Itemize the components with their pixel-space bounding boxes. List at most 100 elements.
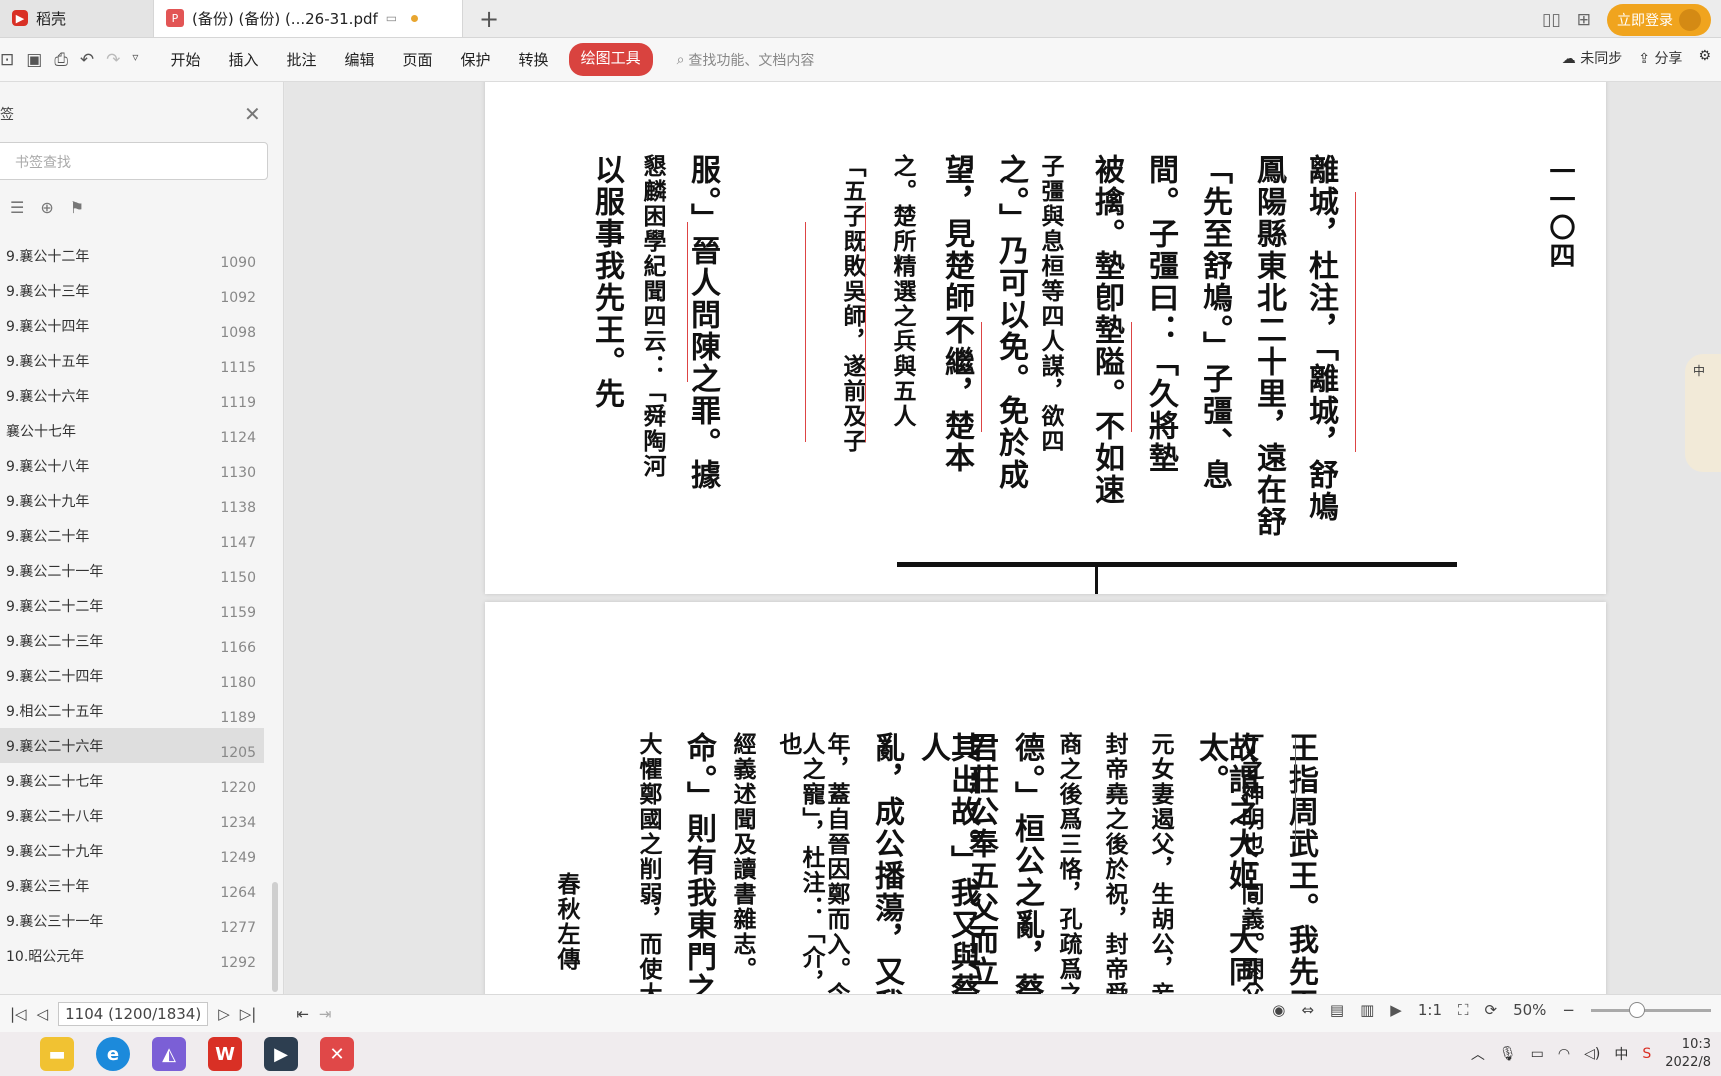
terminal-icon[interactable]: ▶ [264, 1037, 298, 1071]
file-explorer-icon[interactable]: ▬ [40, 1037, 74, 1071]
forward-icon[interactable]: ⇥ [319, 1005, 332, 1023]
undo-icon[interactable]: ↶ [80, 50, 94, 70]
text-column: 王指周武王。我先王 [1283, 732, 1318, 994]
menu-insert[interactable]: 插入 [214, 43, 272, 76]
annotation-line[interactable] [805, 222, 806, 442]
photos-icon[interactable]: ◭ [152, 1037, 186, 1071]
close-icon[interactable]: ✕ [244, 102, 261, 126]
menu-start[interactable]: 开始 [156, 43, 214, 76]
print-icon[interactable]: ⎙ [54, 50, 68, 70]
bookmark-icon[interactable]: ⚑ [70, 198, 84, 217]
save-icon[interactable]: ▣ [26, 50, 42, 70]
search-box[interactable]: ⌕ 查找功能、文档内容 [677, 50, 815, 70]
menu-drawing-tools[interactable]: 绘图工具 [568, 43, 653, 76]
annotation-line[interactable] [1131, 322, 1132, 432]
rotate-icon[interactable]: ⟳ [1485, 1001, 1498, 1019]
zoom-value[interactable]: 50% [1513, 1001, 1546, 1019]
settings-icon[interactable]: ⚙ [1698, 48, 1711, 68]
annotation-line[interactable] [1355, 192, 1356, 452]
prev-page-icon[interactable]: ◁ [37, 1005, 49, 1023]
double-page-icon[interactable]: ▥ [1360, 1001, 1374, 1019]
menu-page[interactable]: 页面 [389, 43, 447, 76]
first-page-icon[interactable]: |◁ [10, 1005, 27, 1023]
bookmark-item[interactable]: 9.襄公十九年 1138 [0, 483, 264, 518]
document-view[interactable]: 一一〇四 離城，杜注，「離城，舒鳩 鳳陽縣東北二十里，遠在舒 「先至舒鳩。」子彊、息… [285, 82, 1721, 994]
annotation-line[interactable] [687, 222, 688, 382]
bookmark-item[interactable]: 9.襄公三十年 1264 [0, 868, 264, 903]
bookmark-item[interactable]: 9.襄公二十八年 1234 [0, 798, 264, 833]
bookmark-item[interactable]: 襄公十七年 1124 [0, 413, 264, 448]
microphone-icon[interactable]: 🎙 [1499, 1046, 1517, 1062]
sogou-icon[interactable]: S [1642, 1046, 1651, 1062]
bookmark-item[interactable]: 9.襄公二十二年 1159 [0, 588, 264, 623]
share-button[interactable]: ⇪ 分享 [1638, 48, 1682, 68]
bookmark-item[interactable]: 9.相公二十五年 1189 [0, 693, 264, 728]
last-page-icon[interactable]: ▷| [240, 1005, 257, 1023]
bookmark-item[interactable]: 9.襄公十二年 1090 [0, 238, 264, 273]
menu-annotate[interactable]: 批注 [272, 43, 330, 76]
edge-browser-icon[interactable]: e [96, 1037, 130, 1071]
sidebar-scrollbar[interactable] [272, 882, 278, 992]
collapse-bookmarks-icon[interactable]: ☰ [10, 198, 24, 217]
bookmark-item[interactable]: 9.襄公二十一年 1150 [0, 553, 264, 588]
bookmark-page: 1124 [220, 429, 256, 446]
bookmark-item[interactable]: 9.襄公二十年 1147 [0, 518, 264, 553]
actual-size-icon[interactable]: 1:1 [1418, 1001, 1442, 1019]
sync-button[interactable]: ☁ 未同步 [1562, 48, 1622, 68]
reading-assistant-widget[interactable]: 中 [1685, 354, 1721, 472]
fit-width-icon[interactable]: ⇔ [1301, 1001, 1314, 1019]
bookmark-item[interactable]: 9.襄公十五年 1115 [0, 343, 264, 378]
annotation-line[interactable] [865, 202, 866, 442]
zoom-slider[interactable] [1591, 1001, 1711, 1018]
menu-protect[interactable]: 保护 [447, 43, 505, 76]
zoom-out-icon[interactable]: − [1562, 1001, 1575, 1019]
volume-icon[interactable]: ◁) [1584, 1046, 1600, 1062]
bookmark-item[interactable]: 9.襄公十四年 1098 [0, 308, 264, 343]
wps-office-icon[interactable]: W [208, 1037, 242, 1071]
bookmark-item[interactable]: 9.襄公二十三年 1166 [0, 623, 264, 658]
bookmark-item[interactable]: 9.襄公三十一年 1277 [0, 903, 264, 938]
play-icon[interactable]: ▶ [1390, 1001, 1402, 1019]
fit-page-icon[interactable]: ⛶ [1458, 1001, 1469, 1019]
bookmark-item[interactable]: 9.襄公二十四年 1180 [0, 658, 264, 693]
text-selection-handle[interactable] [1295, 737, 1296, 847]
menu-convert[interactable]: 转换 [505, 43, 563, 76]
bookmark-search-input[interactable]: 书签查找 [0, 142, 268, 180]
battery-icon[interactable]: ▭ [1531, 1046, 1544, 1062]
more-dropdown-icon[interactable]: ▿ [132, 50, 138, 70]
back-icon[interactable]: ⇤ [296, 1005, 309, 1023]
xmind-icon[interactable]: ✕ [320, 1037, 354, 1071]
login-button[interactable]: 立即登录 [1607, 4, 1711, 36]
new-tab-icon[interactable]: + [479, 5, 499, 33]
add-bookmark-icon[interactable]: ⊕ [40, 198, 53, 217]
clock[interactable]: 10:3 2022/8 [1665, 1036, 1711, 1072]
tab-home[interactable]: ▶ 稻壳 [0, 0, 153, 37]
tab-document[interactable]: P (备份) (备份) (...26-31.pdf ▭ [153, 0, 463, 37]
tray-expand-icon[interactable]: ︿ [1471, 1044, 1485, 1064]
bookmark-item[interactable]: 9.襄公十八年 1130 [0, 448, 264, 483]
share-icon: ⇪ [1638, 51, 1650, 67]
open-icon[interactable]: ⊡ [0, 50, 14, 70]
wifi-icon[interactable]: ◠ [1558, 1046, 1570, 1062]
bookmark-item[interactable]: 9.襄公二十九年 1249 [0, 833, 264, 868]
next-page-icon[interactable]: ▷ [218, 1005, 230, 1023]
bookmark-item[interactable]: 9.襄公十六年 1119 [0, 378, 264, 413]
layout-icon[interactable]: ▯▯ [1542, 10, 1561, 30]
bookmark-page: 1115 [220, 359, 256, 376]
redo-icon[interactable]: ↷ [106, 50, 120, 70]
grid-icon[interactable]: ⊞ [1577, 10, 1591, 30]
bookmark-item[interactable]: 9.襄公二十七年 1220 [0, 763, 264, 798]
single-page-icon[interactable]: ▤ [1330, 1001, 1344, 1019]
bookmark-item[interactable]: 10.昭公元年 1292 [0, 938, 264, 973]
bookmark-item[interactable]: 9.襄公十三年 1092 [0, 273, 264, 308]
annotation-line[interactable] [981, 322, 982, 432]
eye-protection-icon[interactable]: ◉ [1272, 1001, 1285, 1019]
bookmark-label: 9.襄公二十年 [6, 528, 90, 545]
bookmark-item[interactable]: 9.襄公二十六年 1205 [0, 728, 264, 763]
bookmark-label: 9.襄公十二年 [6, 248, 90, 265]
menu-edit[interactable]: 编辑 [331, 43, 389, 76]
bookmark-page: 1098 [220, 324, 256, 341]
page-number-input[interactable]: 1104 (1200/1834) [58, 1001, 209, 1026]
input-method-icon[interactable]: 中 [1614, 1044, 1628, 1064]
zoom-slider-knob[interactable] [1629, 1001, 1645, 1018]
